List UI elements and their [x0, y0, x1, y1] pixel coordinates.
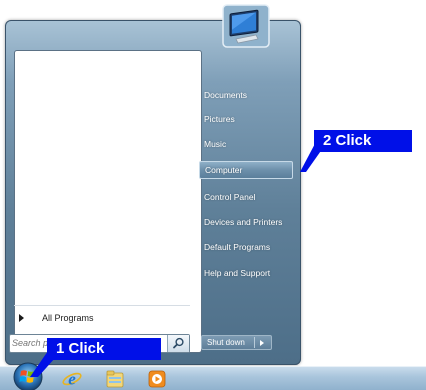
all-programs-item[interactable]: All Programs	[19, 312, 189, 328]
internet-explorer-icon[interactable]: e	[62, 369, 82, 389]
programs-pane	[14, 50, 202, 353]
shutdown-options-arrow-icon[interactable]	[260, 340, 264, 346]
svg-text:e: e	[68, 370, 76, 389]
search-button[interactable]	[167, 335, 189, 352]
triangle-right-icon	[19, 314, 24, 322]
menu-item-music[interactable]: Music	[199, 135, 293, 153]
programs-divider	[14, 305, 190, 306]
menu-item-documents[interactable]: Documents	[199, 86, 293, 104]
menu-item-default-programs[interactable]: Default Programs	[199, 238, 293, 256]
magnifier-icon	[173, 337, 184, 349]
menu-item-pictures[interactable]: Pictures	[199, 110, 293, 128]
shutdown-divider	[254, 337, 255, 348]
user-picture-icon[interactable]	[222, 4, 270, 48]
menu-item-help-and-support[interactable]: Help and Support	[199, 264, 293, 282]
windows-explorer-icon[interactable]	[105, 369, 125, 389]
shutdown-label: Shut down	[207, 338, 245, 347]
menu-item-computer[interactable]: Computer	[199, 161, 293, 179]
menu-item-devices-and-printers[interactable]: Devices and Printers	[199, 213, 293, 231]
windows-start-orb-icon[interactable]	[12, 361, 44, 390]
media-player-icon[interactable]	[147, 369, 167, 389]
menu-item-control-panel[interactable]: Control Panel	[199, 188, 293, 206]
callout-step-2: 2 Click	[314, 130, 412, 152]
screen: All Programs Documents Pictures Music Co…	[0, 0, 426, 390]
shutdown-button[interactable]: Shut down	[201, 335, 272, 350]
callout-step-1: 1 Click	[47, 338, 161, 360]
all-programs-label: All Programs	[42, 313, 94, 323]
